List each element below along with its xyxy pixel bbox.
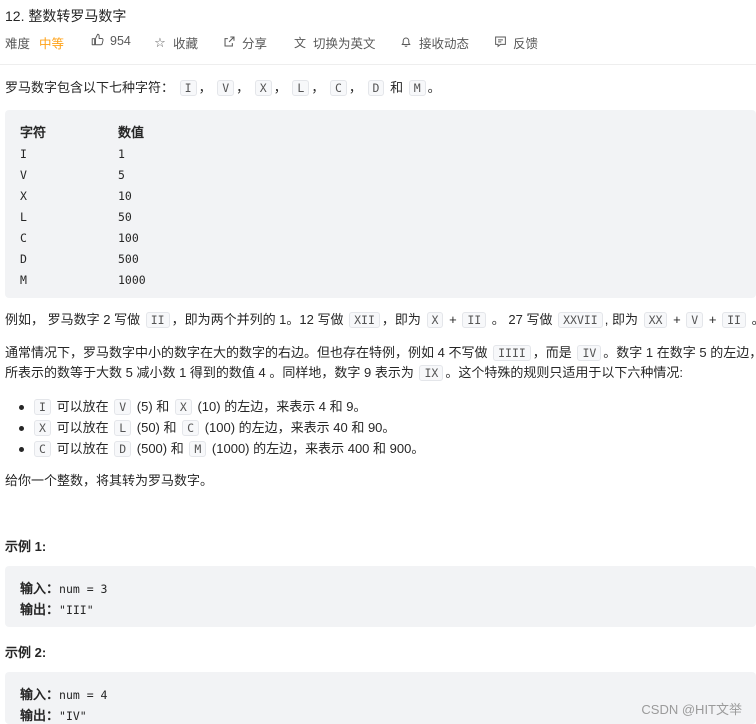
code-snippet: IIII (493, 345, 531, 361)
code-M: M (408, 80, 426, 96)
notify-label: 接收动态 (419, 37, 470, 51)
example-sentence: 例如， 罗马数字 2 写做 II ，即为两个并列的 1。12 写做 XII ，即为 … (5, 310, 756, 330)
code-snippet: XX (643, 312, 668, 328)
intro-text: 罗马数字包含以下七种字符： (5, 80, 175, 95)
like-button[interactable]: 954 (89, 33, 131, 49)
example-1-title: 示例 1: (5, 539, 47, 554)
notify-button[interactable]: 接收动态 (398, 33, 469, 52)
code-snippet: II (145, 312, 170, 328)
code-D: D (367, 80, 385, 96)
example-1-block: 输入：num = 3 输出："III" (5, 566, 756, 627)
bell-icon (398, 35, 414, 51)
switch-language-label: 切换为英文 (313, 37, 376, 51)
problem-title: 12. 整数转罗马数字 (5, 8, 127, 24)
difficulty-label: 难度 (5, 37, 31, 51)
divider (0, 64, 756, 65)
share-icon (221, 35, 237, 51)
code-V: V (217, 80, 235, 96)
code-X: X (254, 80, 272, 96)
symbol-value-table: 字符 数值 I1 V5 X 10 L 50 C 100 D 500 M 1000 (5, 110, 756, 298)
code-snippet: XII (349, 312, 380, 328)
intro-line: 罗马数字包含以下七种字符： I， V， X， L， C， D 和 M。 (5, 80, 441, 96)
list-item: I 可以放在 V (5) 和 X (10) 的左边，来表示 4 和 9。 (19, 397, 367, 417)
code-snippet: IV (577, 345, 602, 361)
collect-label: 收藏 (173, 37, 199, 51)
star-icon: ☆ (154, 34, 166, 50)
code-snippet: V (686, 312, 704, 328)
like-count: 954 (110, 34, 131, 48)
code-snippet: X (426, 312, 444, 328)
example-1-output: 输出："III" (20, 602, 94, 617)
thumbs-up-icon (89, 33, 105, 49)
feedback-button[interactable]: 反馈 (492, 33, 538, 52)
example-2-title: 示例 2: (5, 645, 47, 660)
feedback-label: 反馈 (513, 37, 539, 51)
list-item: C 可以放在 D (500) 和 M (1000) 的左边，来表示 400 和 … (18, 439, 424, 459)
code-snippet: IX (419, 365, 444, 381)
share-label: 分享 (242, 37, 268, 51)
watermark: CSDN @HIT文举 (641, 702, 742, 717)
code-snippet: II (462, 312, 487, 328)
code-L: L (292, 80, 310, 96)
example-1-input: 输入：num = 3 (20, 581, 108, 596)
code-C: C (329, 80, 347, 96)
task-statement: 给你一个整数，将其转为罗马数字。 (5, 473, 214, 488)
switch-language-button[interactable]: 文 切换为英文 (292, 33, 376, 52)
translate-icon: 文 (293, 36, 306, 50)
example-2-output: 输出："IV" (20, 708, 87, 723)
list-item: X 可以放在 L (50) 和 C (100) 的左边，来表示 40 和 90。 (18, 418, 395, 438)
feedback-icon (492, 35, 508, 51)
code-I: I (179, 80, 197, 96)
code-snippet: II (722, 312, 746, 328)
difficulty-badge: 中等 (39, 37, 65, 51)
special-paragraph-line-1: 通常情况下，罗马数字中小的数字在大的数字的右边。但也存在特例，例如 4 不写做 … (5, 345, 756, 361)
collect-button[interactable]: ☆ 收藏 (152, 33, 198, 52)
special-paragraph-line-2: 所表示的数等于大数 5 减小数 1 得到的数值 4 。同样地，数字 9 表示为 … (5, 365, 683, 381)
share-button[interactable]: 分享 (221, 33, 267, 52)
example-2-input: 输入：num = 4 (20, 687, 108, 702)
code-snippet: XXVII (558, 312, 603, 328)
